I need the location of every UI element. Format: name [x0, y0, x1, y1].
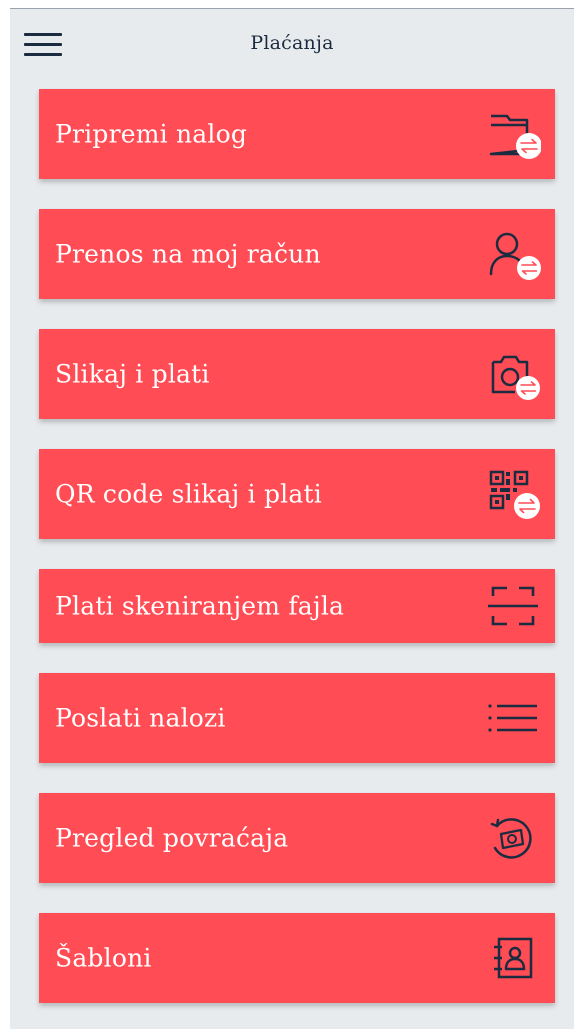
menu-item-label: Pregled povraćaja	[55, 823, 289, 853]
menu-item-label: Pripremi nalog	[55, 119, 248, 149]
menu-item-slikaj-i-plati[interactable]: Slikaj i plati	[39, 329, 555, 419]
menu-item-label: Prenos na moj račun	[55, 239, 321, 269]
address-book-icon	[485, 930, 541, 986]
payments-screen: Plaćanja Pripremi nalog Prenos na moj ra…	[10, 8, 574, 1029]
scan-icon	[485, 578, 541, 634]
menu-item-label: QR code slikaj i plati	[55, 479, 322, 509]
top-bar: Plaćanja	[10, 9, 574, 81]
menu-item-poslati-nalozi[interactable]: Poslati nalozi	[39, 673, 555, 763]
menu-item-plati-skeniranjem-fajla[interactable]: Plati skeniranjem fajla	[39, 569, 555, 643]
menu-item-pripremi-nalog[interactable]: Pripremi nalog	[39, 89, 555, 179]
menu-item-label: Poslati nalozi	[55, 703, 226, 733]
camera-transfer-icon	[485, 346, 541, 402]
menu-item-label: Šabloni	[55, 943, 152, 973]
list-icon	[485, 690, 541, 746]
menu-item-label: Slikaj i plati	[55, 359, 210, 389]
page-title: Plaćanja	[250, 32, 334, 54]
qr-transfer-icon	[485, 466, 541, 522]
menu-item-sabloni[interactable]: Šabloni	[39, 913, 555, 1003]
refund-icon	[485, 810, 541, 866]
folder-transfer-icon	[485, 106, 541, 162]
person-transfer-icon	[485, 226, 541, 282]
menu-item-qr-code-slikaj-i-plati[interactable]: QR code slikaj i plati	[39, 449, 555, 539]
menu-item-label: Plati skeniranjem fajla	[55, 591, 345, 621]
menu-item-prenos-na-moj-racun[interactable]: Prenos na moj račun	[39, 209, 555, 299]
menu-item-pregled-povracaja[interactable]: Pregled povraćaja	[39, 793, 555, 883]
